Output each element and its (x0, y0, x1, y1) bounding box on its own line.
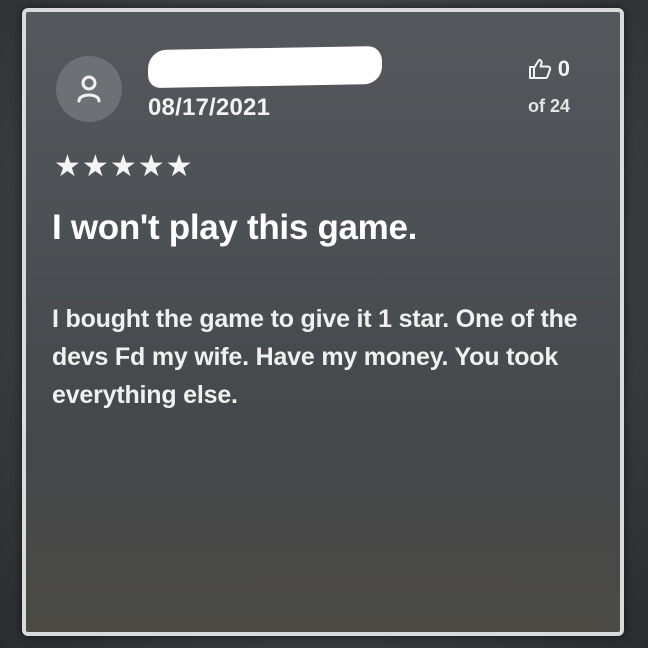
gamertag-redaction (147, 45, 383, 89)
helpful-total: of 24 (527, 96, 570, 116)
review-body: I bought the game to give it 1 star. One… (52, 305, 578, 409)
tv-screen: 08/17/2021 0 of 24 ★ ★ ★ ★ ★ I won't play th… (0, 0, 648, 648)
review-card[interactable]: 08/17/2021 0 of 24 ★ ★ ★ ★ ★ I won't play th… (22, 8, 624, 636)
helpful-vote[interactable]: 0 (528, 56, 570, 82)
review-date: 08/17/2021 (148, 94, 271, 121)
thumbs-up-icon[interactable] (528, 58, 552, 80)
helpful-count: 0 (557, 56, 570, 81)
review-title: I won't play this game. (52, 208, 418, 247)
rating-stars: ★ ★ ★ ★ ★ (54, 150, 193, 184)
star-icon: ★ (54, 149, 81, 184)
user-icon (77, 75, 101, 103)
star-icon: ★ (81, 149, 109, 184)
star-icon: ★ (165, 149, 193, 184)
star-icon: ★ (109, 149, 137, 184)
star-icon: ★ (137, 149, 165, 184)
avatar[interactable] (56, 56, 122, 122)
